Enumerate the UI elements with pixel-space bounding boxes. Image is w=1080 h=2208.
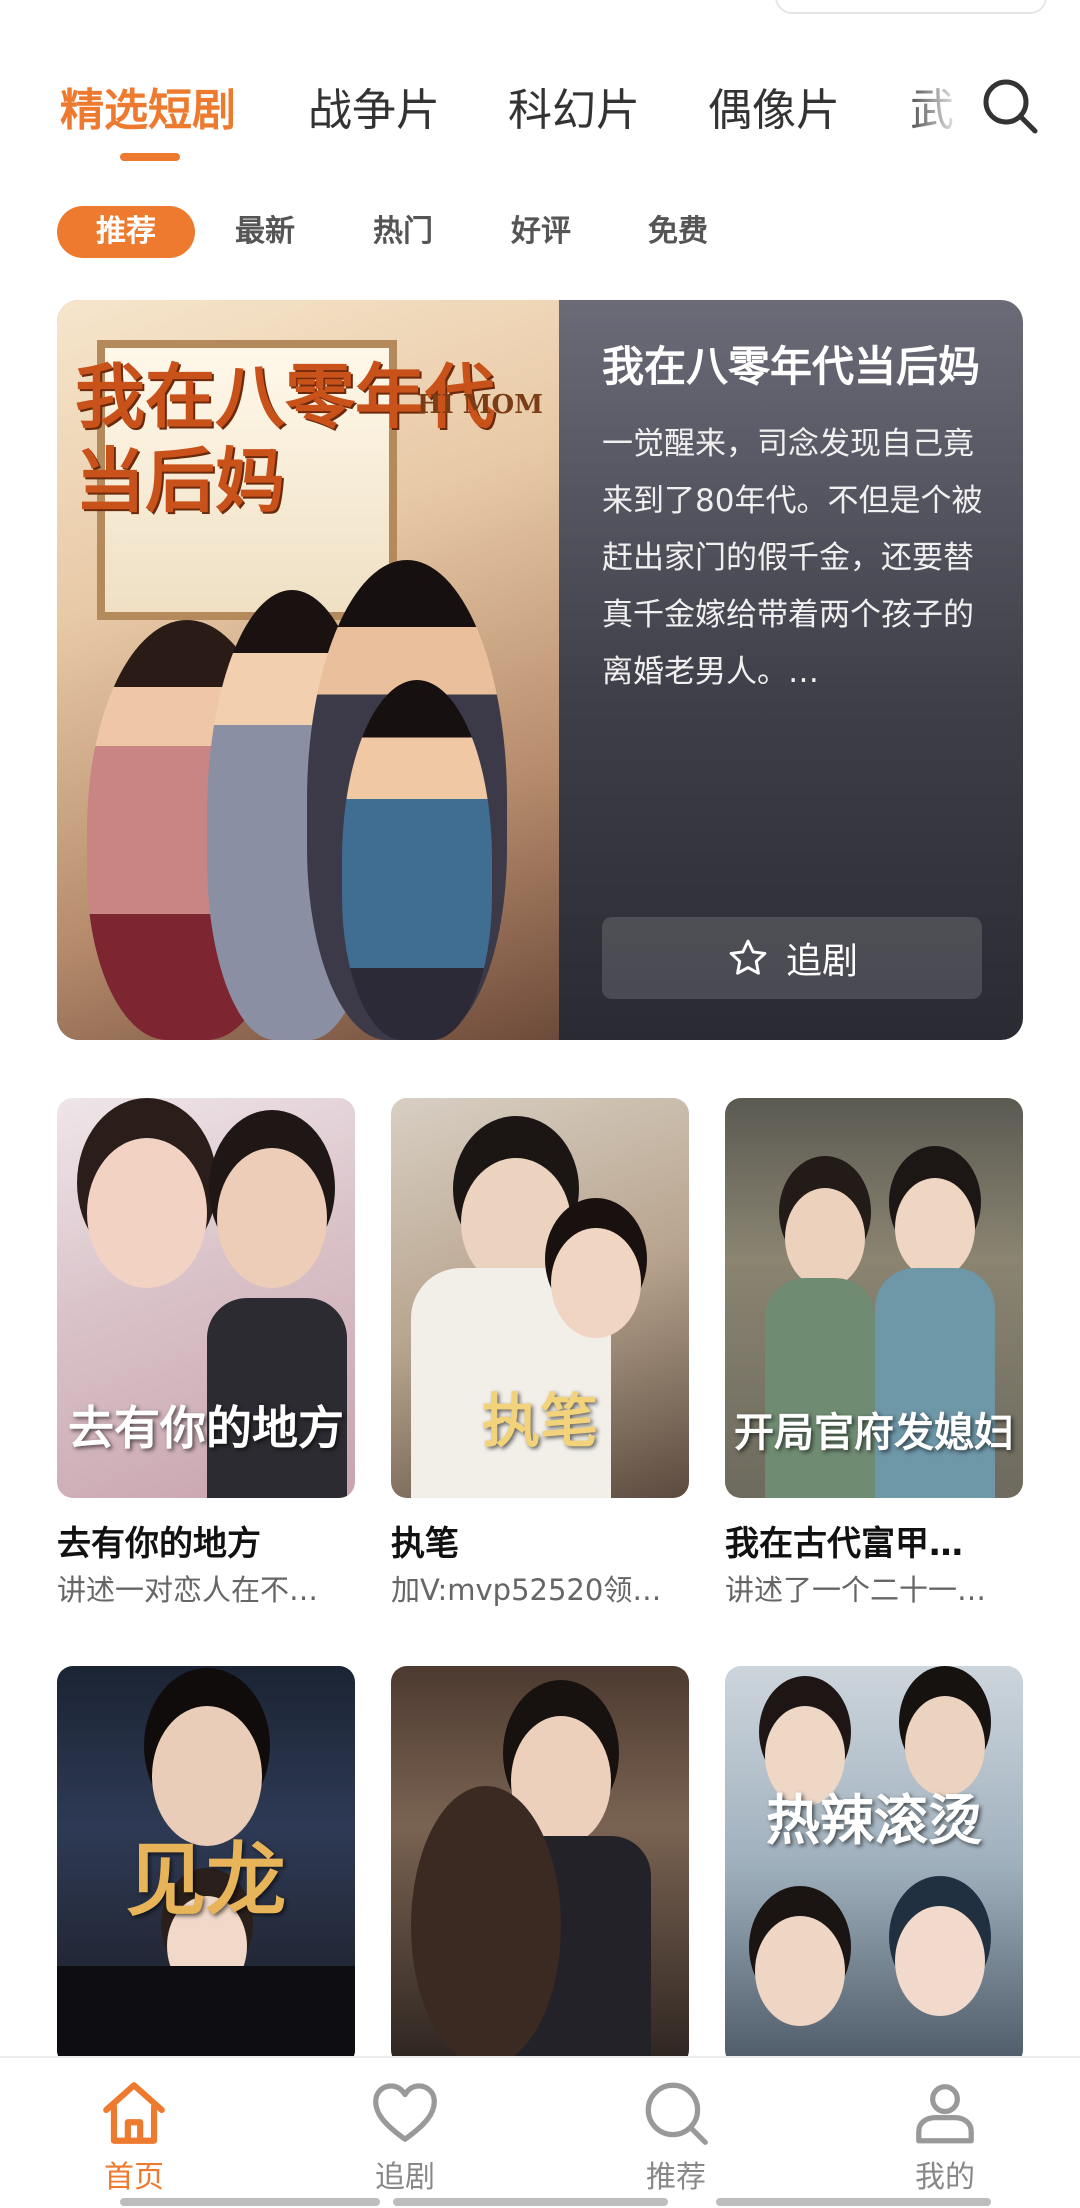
featured-poster-subtitle: HI MOM xyxy=(417,390,543,420)
search-icon[interactable] xyxy=(978,74,1042,138)
drama-poster[interactable]: 开局官府发媳妇 xyxy=(725,1098,1023,1498)
heart-icon xyxy=(373,2083,437,2142)
drama-poster[interactable]: 执笔 xyxy=(391,1098,689,1498)
tab-featured-shorts[interactable]: 精选短剧 xyxy=(60,74,236,138)
drama-poster-title: 去有你的地方 xyxy=(68,1401,344,1455)
drama-card[interactable]: 开局官府发媳妇 我在古代富甲… 讲述了一个二十一… xyxy=(725,1098,1023,1609)
home-indicator xyxy=(716,2198,991,2206)
chip-hot[interactable]: 热门 xyxy=(358,206,448,258)
drama-card[interactable]: 见龙 xyxy=(57,1666,355,2066)
profile-icon xyxy=(916,2084,974,2144)
drama-title: 我在古代富甲… xyxy=(725,1524,963,1564)
home-indicator xyxy=(120,2198,380,2206)
drama-title: 去有你的地方 xyxy=(57,1524,261,1564)
tab-fade xyxy=(900,60,980,160)
chip-free[interactable]: 免费 xyxy=(633,206,723,258)
home-indicator xyxy=(393,2198,668,2206)
chip-latest[interactable]: 最新 xyxy=(220,206,310,258)
active-tab-indicator xyxy=(120,153,180,161)
chip-recommended[interactable]: 推荐 xyxy=(57,206,195,258)
follow-label: 追剧 xyxy=(785,941,858,982)
bottom-navigation: 首页 追剧 推荐 我的 xyxy=(0,2056,1080,2208)
drama-card[interactable] xyxy=(391,1666,689,2066)
nav-following[interactable]: 追剧 xyxy=(345,2076,465,2196)
drama-poster[interactable]: 热辣滚烫 xyxy=(725,1666,1023,2066)
tab-scifi[interactable]: 科幻片 xyxy=(508,74,640,138)
drama-poster[interactable]: 见龙 xyxy=(57,1666,355,2066)
featured-title: 我在八零年代当后妈 xyxy=(602,342,981,391)
top-search-pill[interactable] xyxy=(775,0,1047,14)
drama-subtitle: 讲述一对恋人在不… xyxy=(57,1573,319,1607)
follow-button[interactable]: 追剧 xyxy=(602,917,982,999)
drama-poster-title: 见龙 xyxy=(126,1833,286,1927)
featured-poster[interactable]: 我在八零年代当后妈 HI MOM xyxy=(57,300,559,1040)
star-icon xyxy=(729,939,767,975)
drama-poster[interactable] xyxy=(391,1666,689,2066)
chip-top-rated[interactable]: 好评 xyxy=(496,206,586,258)
drama-card[interactable]: 执笔 执笔 加V:mvp52520领… xyxy=(391,1098,689,1609)
tab-war[interactable]: 战争片 xyxy=(308,74,440,138)
drama-card[interactable]: 去有你的地方 去有你的地方 讲述一对恋人在不… xyxy=(57,1098,355,1609)
home-icon xyxy=(103,2082,165,2144)
nav-home[interactable]: 首页 xyxy=(74,2076,194,2196)
drama-poster[interactable]: 去有你的地方 xyxy=(57,1098,355,1498)
featured-card[interactable]: 我在八零年代当后妈 HI MOM 我在八零年代当后妈 一觉醒来，司念发现自己竟来… xyxy=(57,300,1023,1040)
nav-profile[interactable]: 我的 xyxy=(885,2076,1005,2196)
drama-poster-title: 开局官府发媳妇 xyxy=(734,1409,1014,1456)
featured-info: 我在八零年代当后妈 一觉醒来，司念发现自己竟来到了80年代。不但是个被赶出家门的… xyxy=(602,340,992,701)
featured-poster-title: 我在八零年代当后妈 xyxy=(75,355,495,522)
drama-card[interactable]: 热辣滚烫 xyxy=(725,1666,1023,2066)
tab-idol[interactable]: 偶像片 xyxy=(708,74,840,138)
category-tab-bar: 精选短剧 战争片 科幻片 偶像片 武 xyxy=(0,60,1080,170)
search-icon xyxy=(645,2082,708,2145)
nav-home-label: 首页 xyxy=(104,2160,164,2195)
drama-subtitle: 讲述了一个二十一… xyxy=(725,1573,987,1607)
drama-poster-title: 热辣滚烫 xyxy=(766,1788,982,1852)
nav-following-label: 追剧 xyxy=(375,2160,435,2195)
featured-description: 一觉醒来，司念发现自己竟来到了80年代。不但是个被赶出家门的假千金，还要替真千金… xyxy=(602,426,983,690)
nav-recommend[interactable]: 推荐 xyxy=(616,2076,736,2196)
drama-title: 执笔 xyxy=(391,1524,459,1564)
drama-subtitle: 加V:mvp52520领… xyxy=(391,1573,662,1607)
nav-recommend-label: 推荐 xyxy=(646,2160,706,2195)
drama-poster-title: 执笔 xyxy=(481,1387,598,1455)
nav-profile-label: 我的 xyxy=(915,2160,975,2195)
